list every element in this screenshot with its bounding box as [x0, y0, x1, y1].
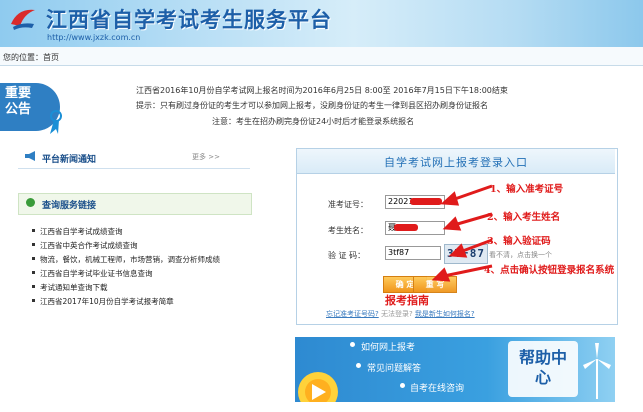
name-label: 考生姓名： [328, 226, 368, 235]
help-center-title: 帮助中心 [518, 348, 567, 387]
query-link-2[interactable]: 江西省中英合作考试成绩查询 [32, 240, 138, 251]
new-student-link[interactable]: 我是新生如何报名? [415, 310, 475, 318]
query-link-6[interactable]: 江西省2017年10月份自学考试报考简章 [32, 296, 174, 307]
guide-title: 报考指南 [385, 294, 429, 307]
query-link-3[interactable]: 物流，餐饮，机械工程师，市场营销，调查分析师成绩 [32, 254, 220, 265]
breadcrumb-home-link[interactable]: 首页 [43, 53, 59, 62]
help-link-how-to-register[interactable]: 如何网上报考 [361, 340, 415, 353]
cannot-login-text[interactable]: 无法登录? [381, 310, 413, 318]
site-title: 江西省自学考试考生服务平台 [46, 7, 332, 32]
exam-id-label: 准考证号： [328, 200, 368, 209]
help-link-faq[interactable]: 常见问题解答 [367, 361, 421, 374]
login-title: 自学考试网上报考登录入口 [384, 156, 528, 169]
notice-line-2: 提示：只有刷过身份证的考生才可以参加网上报考，没刷身份证的考生一律到县区招办刷身… [136, 101, 488, 110]
sun-icon [298, 372, 338, 402]
help-bullet-icon [350, 342, 355, 347]
megaphone-icon [25, 151, 35, 161]
breadcrumb-bar [0, 47, 643, 66]
breadcrumb-label: 您的位置： [3, 53, 43, 62]
query-link-4[interactable]: 江西省自学考试毕业证书信息查询 [32, 268, 153, 279]
query-link-5[interactable]: 考试通知单查询下载 [32, 282, 108, 293]
login-help-links: 忘记准考证号码? 无法登录? 我是新生如何报名? [326, 309, 475, 319]
query-link-1[interactable]: 江西省自学考试成绩查询 [32, 226, 123, 237]
wind-turbine-icon [583, 343, 611, 399]
help-link-online-consult[interactable]: 自考在线咨询 [410, 381, 464, 394]
notice-line-3: 注意：考生在招办刷完身份证24小时后才能登录系统报名 [212, 117, 415, 126]
annotation-step-1: 1、输入准考证号 [490, 184, 564, 195]
news-divider [18, 168, 250, 169]
captcha-label: 验 证 码： [328, 251, 366, 260]
news-more-link[interactable]: 更多 >> [192, 152, 220, 162]
forgot-id-link[interactable]: 忘记准考证号码? [326, 310, 379, 318]
query-bullet-icon [26, 198, 35, 207]
annotation-step-4: 4、点击确认按钮登录报名系统 [484, 265, 615, 276]
site-logo-icon [11, 9, 35, 30]
redaction-mark [394, 224, 418, 231]
annotation-step-3: 3、输入验证码 [487, 236, 551, 247]
breadcrumb: 您的位置：首页 [3, 52, 59, 63]
query-panel-title: 查询服务链接 [42, 201, 97, 211]
help-bullet-icon [356, 363, 361, 368]
news-panel-title: 平台新闻通知 [42, 155, 97, 165]
annotation-step-2: 2、输入考生姓名 [487, 212, 561, 223]
ribbon-icon [50, 110, 62, 134]
notice-line-1: 江西省2016年10月份自学考试网上报名时间为2016年6月25日 8:00至 … [136, 86, 508, 95]
notice-badge-label: 重要公告 [5, 86, 32, 117]
help-bullet-icon [400, 383, 405, 388]
site-url[interactable]: http://www.jxzk.com.cn [47, 33, 140, 42]
